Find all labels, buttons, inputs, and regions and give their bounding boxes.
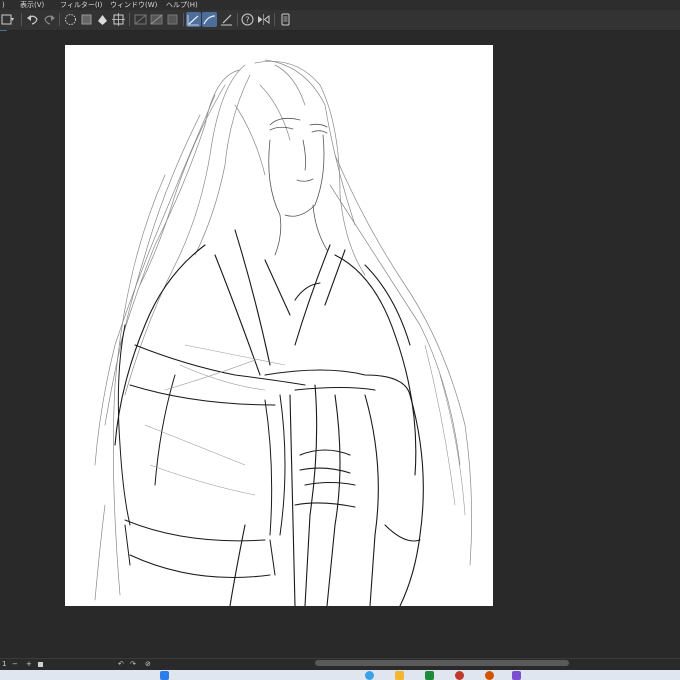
menu-item-partial[interactable]: ) bbox=[2, 0, 5, 10]
os-taskbar bbox=[0, 670, 680, 680]
zoom-value: 1 bbox=[2, 660, 7, 668]
snap-special-icon[interactable] bbox=[219, 12, 234, 27]
help-icon[interactable]: ? bbox=[240, 12, 255, 27]
menu-item-view[interactable]: 表示(V) bbox=[20, 0, 44, 10]
sketch-artwork bbox=[94, 59, 473, 606]
fill-icon[interactable] bbox=[79, 12, 94, 27]
svg-text:?: ? bbox=[245, 16, 249, 25]
toolbar-separator bbox=[21, 13, 22, 26]
folder-icon[interactable] bbox=[395, 671, 404, 680]
toolbar-separator bbox=[237, 13, 238, 26]
clear-icon[interactable] bbox=[63, 12, 78, 27]
snap-curve-icon[interactable] bbox=[202, 12, 217, 27]
select-icon[interactable] bbox=[95, 12, 110, 27]
new-file-icon[interactable] bbox=[0, 12, 15, 27]
toolbar-separator bbox=[59, 13, 60, 26]
spreadsheet-icon[interactable] bbox=[425, 671, 434, 680]
flip-icon[interactable] bbox=[256, 12, 271, 27]
reset-rotation-icon[interactable]: ⊘ bbox=[145, 659, 151, 670]
app-icon-2[interactable] bbox=[485, 671, 494, 680]
browser-icon[interactable] bbox=[365, 671, 374, 680]
horizontal-scrollbar[interactable] bbox=[315, 660, 569, 666]
rotate-right-icon[interactable]: ↷ bbox=[130, 659, 136, 670]
menu-bar: ) 表示(V) フィルター(I) ウィンドウ(W) ヘルプ(H) bbox=[0, 0, 680, 10]
toolbar-separator bbox=[274, 13, 275, 26]
rotate-left-icon[interactable]: ↶ bbox=[118, 659, 124, 670]
menu-item-help[interactable]: ヘルプ(H) bbox=[166, 0, 198, 10]
menu-item-window[interactable]: ウィンドウ(W) bbox=[110, 0, 157, 10]
drawing-canvas[interactable] bbox=[65, 45, 493, 606]
command-bar: ? bbox=[0, 10, 680, 31]
menu-item-filter[interactable]: フィルター(I) bbox=[60, 0, 102, 10]
redo-icon[interactable] bbox=[42, 12, 57, 27]
layer-select-icon[interactable] bbox=[149, 12, 164, 27]
start-icon[interactable] bbox=[160, 671, 169, 680]
snap-line-icon[interactable] bbox=[186, 12, 201, 27]
snap-grid-icon[interactable] bbox=[165, 12, 180, 27]
undo-icon[interactable] bbox=[25, 12, 40, 27]
toolbar-separator bbox=[183, 13, 184, 26]
zoom-in-button[interactable]: + bbox=[26, 659, 32, 670]
ruler-icon[interactable] bbox=[133, 12, 148, 27]
toolbar-separator bbox=[129, 13, 130, 26]
device-icon[interactable] bbox=[278, 12, 293, 27]
zoom-out-button[interactable]: − bbox=[12, 659, 18, 670]
app-icon-3[interactable] bbox=[512, 671, 521, 680]
app-icon[interactable] bbox=[455, 671, 464, 680]
fit-icon[interactable] bbox=[38, 662, 43, 667]
transform-icon[interactable] bbox=[111, 12, 126, 27]
